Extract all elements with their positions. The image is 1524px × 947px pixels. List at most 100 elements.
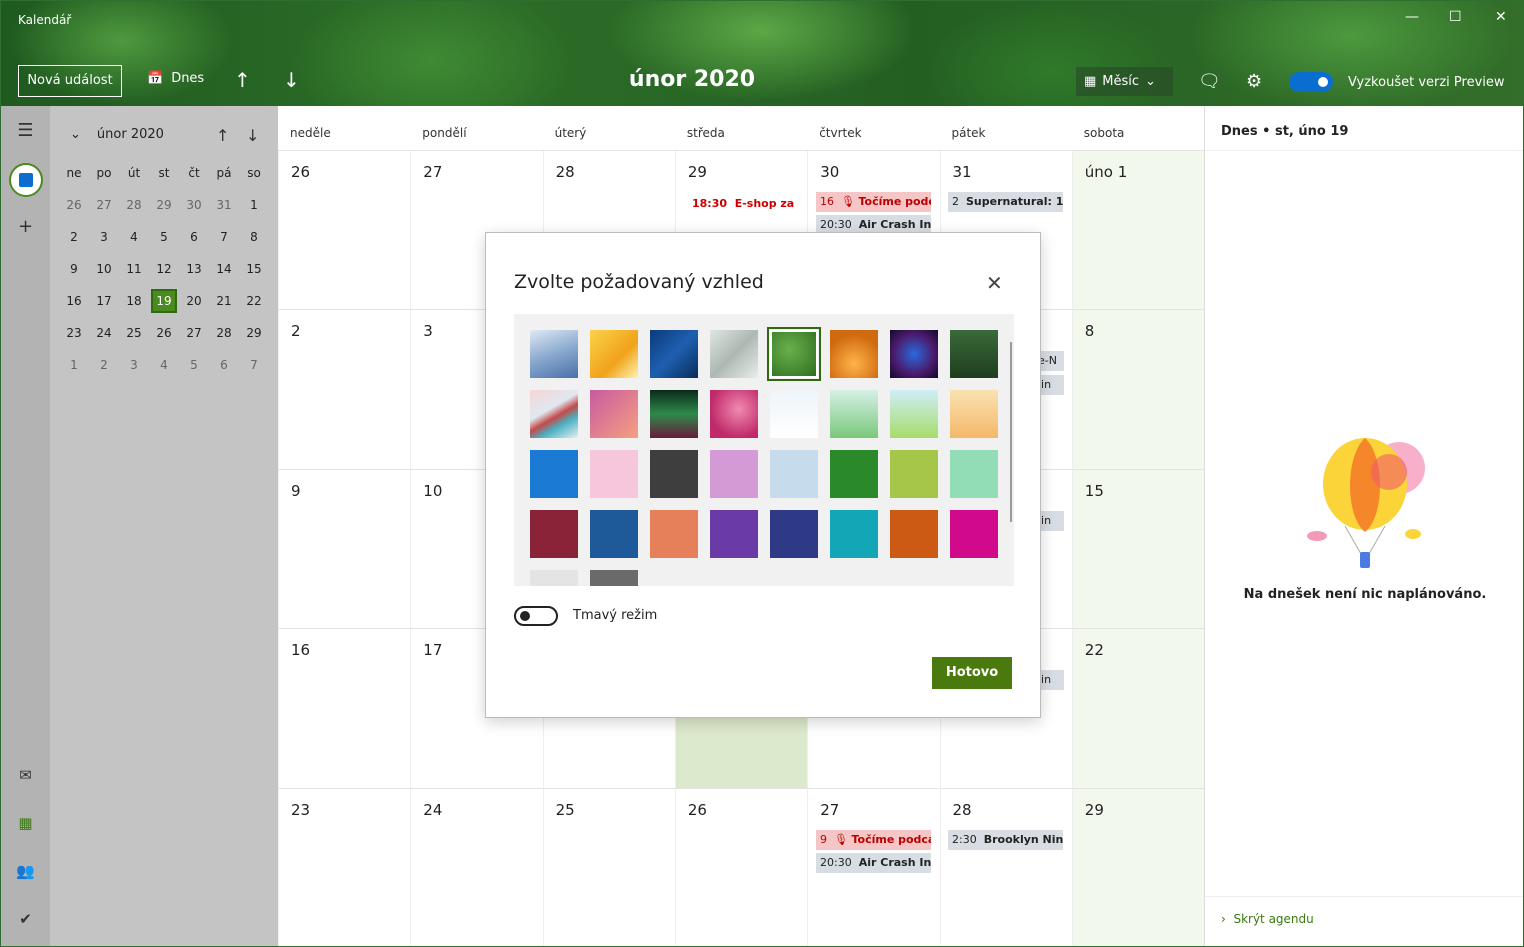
day-cell[interactable]: 9 bbox=[278, 469, 411, 630]
mini-day[interactable]: 20 bbox=[179, 292, 209, 324]
mini-day[interactable]: 1 bbox=[239, 196, 269, 228]
day-cell[interactable]: 26 bbox=[674, 788, 807, 946]
event-item[interactable]: lin bbox=[1038, 511, 1064, 531]
mini-day[interactable]: 9 bbox=[59, 260, 89, 292]
mini-day[interactable]: 6 bbox=[179, 228, 209, 260]
theme-swatch[interactable] bbox=[767, 327, 821, 381]
theme-swatch[interactable] bbox=[830, 450, 878, 498]
mini-day[interactable]: 15 bbox=[239, 260, 269, 292]
theme-swatch[interactable] bbox=[830, 390, 878, 438]
theme-swatch[interactable] bbox=[890, 450, 938, 498]
day-cell[interactable]: 22 bbox=[1071, 629, 1205, 789]
mini-day[interactable]: 31 bbox=[209, 196, 239, 228]
theme-swatch[interactable] bbox=[530, 570, 578, 586]
event-item[interactable]: e-N bbox=[1038, 351, 1064, 371]
event-item[interactable]: 16 🎙 Točíme podcast bbox=[816, 192, 931, 212]
mini-day[interactable]: 21 bbox=[209, 292, 239, 324]
dark-mode-toggle[interactable] bbox=[514, 606, 558, 626]
minimize-button[interactable]: — bbox=[1405, 9, 1419, 25]
day-cell[interactable]: 24 bbox=[410, 788, 542, 946]
event-item[interactable]: lin bbox=[1038, 670, 1064, 690]
theme-swatch[interactable] bbox=[590, 390, 638, 438]
mini-day[interactable]: 29 bbox=[239, 324, 269, 356]
event-item[interactable]: 2 Supernatural: 15 bbox=[948, 192, 1063, 212]
mini-day[interactable]: 5 bbox=[149, 228, 179, 260]
theme-swatch[interactable] bbox=[770, 510, 818, 558]
theme-swatch[interactable] bbox=[830, 510, 878, 558]
theme-swatch[interactable] bbox=[590, 330, 638, 378]
add-calendar-icon[interactable]: + bbox=[1, 216, 50, 237]
view-switcher[interactable]: ▦ Měsíc ⌄ bbox=[1076, 67, 1173, 96]
day-cell[interactable]: 16 bbox=[278, 629, 411, 789]
theme-swatch[interactable] bbox=[710, 450, 758, 498]
theme-swatch[interactable] bbox=[710, 390, 758, 438]
day-cell[interactable]: 15 bbox=[1071, 469, 1205, 630]
outlook-account-icon[interactable] bbox=[9, 163, 43, 197]
day-cell[interactable]: 28 bbox=[939, 788, 1072, 946]
mini-day[interactable]: 26 bbox=[59, 196, 89, 228]
feedback-icon[interactable]: 🗨 bbox=[1198, 71, 1221, 92]
theme-swatch[interactable] bbox=[890, 390, 938, 438]
mini-day[interactable]: 29 bbox=[149, 196, 179, 228]
theme-swatch[interactable] bbox=[650, 390, 698, 438]
mini-next-arrow-icon[interactable]: ↓ bbox=[246, 126, 259, 145]
day-cell[interactable]: 23 bbox=[278, 788, 410, 946]
theme-swatch[interactable] bbox=[950, 390, 998, 438]
theme-swatch[interactable] bbox=[710, 330, 758, 378]
theme-swatch[interactable] bbox=[590, 510, 638, 558]
theme-swatch[interactable] bbox=[710, 510, 758, 558]
theme-swatch[interactable] bbox=[770, 450, 818, 498]
mini-day[interactable]: 28 bbox=[209, 324, 239, 356]
day-cell[interactable]: 26 bbox=[278, 151, 411, 311]
preview-toggle[interactable] bbox=[1289, 72, 1333, 92]
mini-day[interactable]: 12 bbox=[149, 260, 179, 292]
mini-day[interactable]: 23 bbox=[59, 324, 89, 356]
mini-day[interactable]: 6 bbox=[209, 356, 239, 388]
mini-day[interactable]: 7 bbox=[209, 228, 239, 260]
theme-swatch[interactable] bbox=[650, 330, 698, 378]
day-cell[interactable]: 29 bbox=[1071, 788, 1205, 946]
mini-day[interactable]: 24 bbox=[89, 324, 119, 356]
mini-day[interactable]: 2 bbox=[59, 228, 89, 260]
maximize-button[interactable]: ☐ bbox=[1449, 9, 1462, 25]
day-cell[interactable]: 8 bbox=[1071, 310, 1205, 470]
mini-day[interactable]: 25 bbox=[119, 324, 149, 356]
event-item[interactable]: 20:30 Air Crash Investigation bbox=[816, 853, 931, 873]
event-item[interactable]: 9 🎙 Točíme podcast bbox=[816, 830, 931, 850]
mini-calendar-header[interactable]: ⌄ únor 2020 bbox=[70, 127, 164, 142]
mini-day[interactable]: 16 bbox=[59, 292, 89, 324]
theme-swatch[interactable] bbox=[650, 510, 698, 558]
theme-swatch[interactable] bbox=[890, 330, 938, 378]
mini-day[interactable]: 4 bbox=[149, 356, 179, 388]
mini-day[interactable]: 8 bbox=[239, 228, 269, 260]
theme-swatch[interactable] bbox=[590, 450, 638, 498]
mini-day[interactable]: 26 bbox=[149, 324, 179, 356]
theme-swatch[interactable] bbox=[950, 450, 998, 498]
mini-day[interactable]: 18 bbox=[119, 292, 149, 324]
mini-day[interactable]: 17 bbox=[89, 292, 119, 324]
mini-day[interactable]: 19 bbox=[151, 289, 177, 313]
mini-day[interactable]: 5 bbox=[179, 356, 209, 388]
theme-swatch[interactable] bbox=[530, 510, 578, 558]
mini-day[interactable]: 22 bbox=[239, 292, 269, 324]
day-cell[interactable]: úno 1 bbox=[1071, 151, 1205, 311]
event-item[interactable]: 2:30 Brooklyn Nine-Nine bbox=[948, 830, 1063, 850]
close-icon[interactable]: ✕ bbox=[986, 271, 1003, 295]
mini-day[interactable]: 2 bbox=[89, 356, 119, 388]
mini-day[interactable]: 27 bbox=[89, 196, 119, 228]
theme-swatch[interactable] bbox=[650, 450, 698, 498]
mail-icon[interactable]: ✉ bbox=[1, 766, 50, 784]
mini-day[interactable]: 13 bbox=[179, 260, 209, 292]
theme-swatch[interactable] bbox=[530, 390, 578, 438]
theme-swatch[interactable] bbox=[770, 390, 818, 438]
mini-prev-arrow-icon[interactable]: ↑ bbox=[216, 126, 229, 145]
mini-day[interactable]: 7 bbox=[239, 356, 269, 388]
mini-day[interactable]: 3 bbox=[89, 228, 119, 260]
done-button[interactable]: Hotovo bbox=[932, 657, 1012, 689]
theme-swatch[interactable] bbox=[950, 510, 998, 558]
hide-agenda-link[interactable]: › Skrýt agendu bbox=[1221, 912, 1314, 926]
mini-day[interactable]: 3 bbox=[119, 356, 149, 388]
event-item[interactable]: 18:30 E-shop za 40 bbox=[688, 194, 798, 214]
mini-day[interactable]: 27 bbox=[179, 324, 209, 356]
mini-day[interactable]: 30 bbox=[179, 196, 209, 228]
